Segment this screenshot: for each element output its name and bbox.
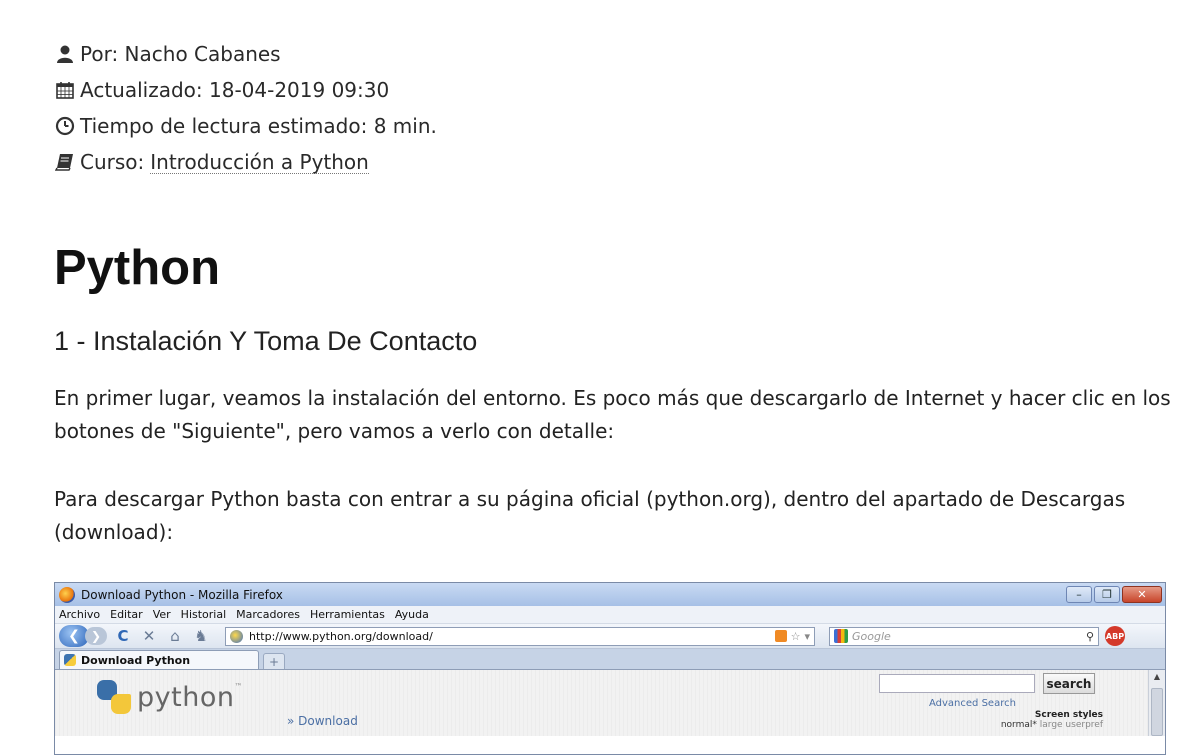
forward-button[interactable]: ❯ — [85, 627, 107, 645]
browser-screenshot: Download Python - Mozilla Firefox – ❐ ✕ … — [54, 582, 1166, 755]
bookmark-pin-icon[interactable]: ♞ — [191, 627, 211, 645]
python-favicon-icon — [64, 654, 76, 666]
menu-ayuda[interactable]: Ayuda — [395, 608, 429, 621]
window-controls: – ❐ ✕ — [1066, 586, 1165, 603]
page-title: Python — [54, 241, 221, 295]
python-wordmark: python™ — [137, 681, 243, 713]
browser-menubar: Archivo Editar Ver Historial Marcadores … — [55, 606, 1165, 624]
search-placeholder: Google — [852, 629, 891, 643]
advanced-search-link[interactable]: Advanced Search — [929, 698, 1016, 709]
firefox-icon — [59, 586, 75, 603]
user-icon — [54, 43, 76, 65]
minimize-button[interactable]: – — [1066, 586, 1092, 603]
course-prefix: Curso: — [80, 150, 145, 174]
tab-download-python[interactable]: Download Python — [59, 650, 259, 669]
calendar-icon — [54, 79, 76, 101]
site-search-button[interactable]: search — [1043, 673, 1095, 694]
address-bar[interactable]: http://www.python.org/download/ ☆ ▾ — [225, 626, 815, 646]
menu-historial[interactable]: Historial — [181, 608, 226, 621]
browser-tabbar: Download Python + — [55, 649, 1165, 670]
reading-time-text: Tiempo de lectura estimado: 8 min. — [80, 114, 437, 138]
meta-author: Por: Nacho Cabanes — [54, 36, 437, 72]
book-icon — [54, 151, 76, 173]
site-search-input[interactable] — [879, 674, 1035, 693]
dropdown-icon[interactable]: ▾ — [804, 630, 810, 643]
breadcrumb[interactable]: » Download — [287, 714, 358, 728]
screen-styles: Screen styles normal* large userpref — [1001, 710, 1103, 730]
screen-styles-options: normal* large userpref — [1001, 720, 1103, 730]
clock-icon — [54, 115, 76, 137]
browser-titlebar: Download Python - Mozilla Firefox – ❐ ✕ — [55, 583, 1165, 606]
window-title: Download Python - Mozilla Firefox — [81, 587, 283, 602]
google-icon — [834, 629, 848, 643]
style-normal[interactable]: normal* — [1001, 720, 1037, 730]
search-icon[interactable]: ⚲ — [1086, 630, 1094, 643]
stop-icon[interactable]: ✕ — [139, 627, 159, 645]
menu-archivo[interactable]: Archivo — [59, 608, 100, 621]
tab-label: Download Python — [81, 653, 191, 667]
close-button[interactable]: ✕ — [1122, 586, 1162, 603]
python-logo[interactable]: python™ — [97, 680, 243, 714]
star-icon[interactable]: ☆ — [791, 630, 801, 643]
rss-icon[interactable] — [774, 629, 787, 642]
vertical-scrollbar[interactable]: ▲ — [1148, 670, 1165, 736]
adblock-icon[interactable]: ABP — [1105, 626, 1125, 646]
screen-styles-title: Screen styles — [1034, 710, 1103, 720]
home-icon[interactable]: ⌂ — [165, 627, 185, 645]
menu-marcadores[interactable]: Marcadores — [236, 608, 300, 621]
url-actions: ☆ ▾ — [774, 629, 814, 643]
menu-herramientas[interactable]: Herramientas — [310, 608, 385, 621]
intro-paragraph: En primer lugar, veamos la instalación d… — [54, 386, 1171, 443]
course-link[interactable]: Introducción a Python — [150, 151, 369, 174]
section-title: 1 - Instalación Y Toma De Contacto — [54, 326, 478, 356]
menu-ver[interactable]: Ver — [153, 608, 171, 621]
python-snake-icon — [97, 680, 131, 714]
url-text: http://www.python.org/download/ — [249, 629, 433, 643]
scroll-up-icon[interactable]: ▲ — [1149, 670, 1165, 681]
browser-navbar: ❮ ❯ C ✕ ⌂ ♞ http://www.python.org/downlo… — [55, 624, 1165, 649]
meta-updated: Actualizado: 18-04-2019 09:30 — [54, 72, 437, 108]
style-others[interactable]: large userpref — [1040, 720, 1103, 730]
new-tab-button[interactable]: + — [263, 653, 285, 669]
site-identity-icon — [230, 629, 243, 643]
scroll-thumb[interactable] — [1151, 688, 1163, 736]
browser-page-content: python™ » Download search Advanced Searc… — [55, 670, 1165, 736]
menu-editar[interactable]: Editar — [110, 608, 143, 621]
download-paragraph: Para descargar Python basta con entrar a… — [54, 487, 1126, 544]
updated-text: Actualizado: 18-04-2019 09:30 — [80, 78, 390, 102]
meta-course: Curso: Introducción a Python — [54, 144, 437, 180]
search-bar[interactable]: Google ⚲ — [829, 626, 1099, 646]
article-meta: Por: Nacho Cabanes Actualizado: 18-04-20… — [54, 36, 437, 180]
maximize-button[interactable]: ❐ — [1094, 586, 1120, 603]
author-text: Por: Nacho Cabanes — [80, 42, 281, 66]
meta-reading-time: Tiempo de lectura estimado: 8 min. — [54, 108, 437, 144]
reload-icon[interactable]: C — [113, 627, 133, 645]
